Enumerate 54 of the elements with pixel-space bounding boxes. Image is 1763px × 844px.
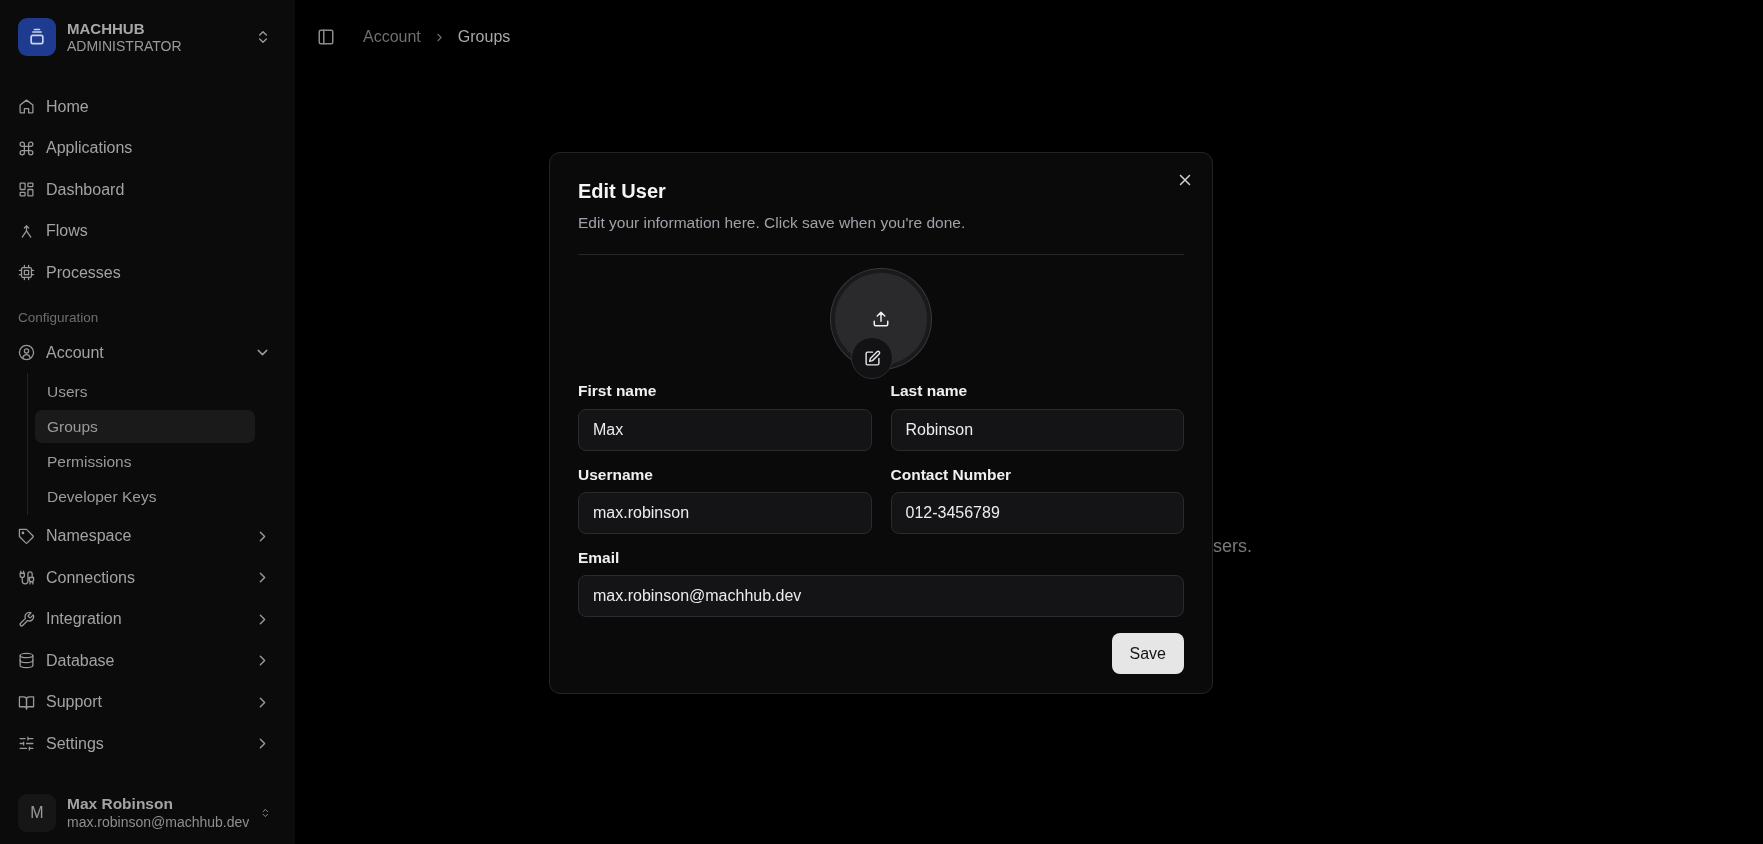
- sidebar-item[interactable]: Processes: [18, 252, 277, 294]
- sidebar-item[interactable]: Database: [18, 639, 277, 682]
- field-label: Contact Number: [890, 464, 1013, 485]
- field-label: Username: [578, 464, 654, 485]
- submenu-item[interactable]: Developer Keys: [35, 480, 255, 514]
- plug-icon: [18, 569, 35, 586]
- workspace-role: ADMINISTRATOR: [67, 37, 182, 55]
- sidebar-item[interactable]: Home: [18, 86, 277, 128]
- submenu-item[interactable]: Permissions: [35, 445, 255, 479]
- submenu-item[interactable]: Users: [35, 375, 255, 409]
- edit-icon: [863, 349, 881, 367]
- sidebar-item[interactable]: Dashboard: [18, 169, 277, 211]
- sidebar-item[interactable]: Integration: [18, 598, 277, 640]
- submenu-item[interactable]: Groups: [35, 410, 255, 444]
- database-icon: [18, 652, 35, 669]
- breadcrumb-item: Groups: [457, 27, 511, 47]
- field-label: Last name: [890, 381, 969, 402]
- app-logo: [18, 18, 56, 56]
- command-icon: [18, 139, 35, 157]
- wrench-icon: [18, 610, 35, 628]
- chip-icon: [18, 264, 35, 282]
- field-label: Email: [578, 547, 621, 568]
- field-label: First name: [578, 381, 658, 402]
- home-icon: [18, 98, 35, 116]
- sidebar-item[interactable]: Account: [18, 331, 277, 374]
- sidebar-item[interactable]: Namespace: [18, 515, 277, 557]
- sidebar-item[interactable]: Applications: [18, 127, 277, 169]
- tag-icon: [18, 527, 35, 545]
- edit-avatar-button[interactable]: [851, 337, 893, 380]
- page-description: sers.: [1213, 536, 1252, 556]
- user-avatar: M: [18, 794, 56, 832]
- sidebar-item[interactable]: Flows: [18, 210, 277, 252]
- input-field[interactable]: max.robinson: [578, 491, 872, 534]
- sidebar-item[interactable]: Settings: [18, 722, 277, 765]
- upload-icon: [872, 310, 890, 329]
- sidebar-item[interactable]: Connections: [18, 556, 277, 599]
- user-name: Max Robinson: [67, 795, 174, 814]
- workspace-name: MACHHUB: [67, 19, 146, 38]
- dialog-description: Edit your information here. Click save when you're done.: [578, 213, 967, 233]
- input-field[interactable]: Max: [578, 408, 872, 451]
- section-label: Configuration: [18, 308, 100, 327]
- grid-icon: [18, 181, 35, 199]
- input-field[interactable]: Robinson: [890, 408, 1184, 451]
- sidebar-toggle-icon[interactable]: [317, 28, 335, 46]
- sliders-icon: [18, 735, 35, 752]
- input-field[interactable]: 012-3456789: [890, 491, 1184, 534]
- book-icon: [18, 693, 35, 711]
- user-circle-icon: [18, 344, 35, 361]
- breadcrumb-item[interactable]: Account: [363, 25, 421, 49]
- sidebar-item[interactable]: Support: [18, 681, 277, 723]
- save-button[interactable]: Save: [1111, 633, 1184, 674]
- input-field[interactable]: max.robinson@machhub.dev: [578, 575, 1184, 617]
- dialog-title: Edit User: [578, 179, 667, 203]
- user-email: max.robinson@machhub.dev: [67, 813, 250, 831]
